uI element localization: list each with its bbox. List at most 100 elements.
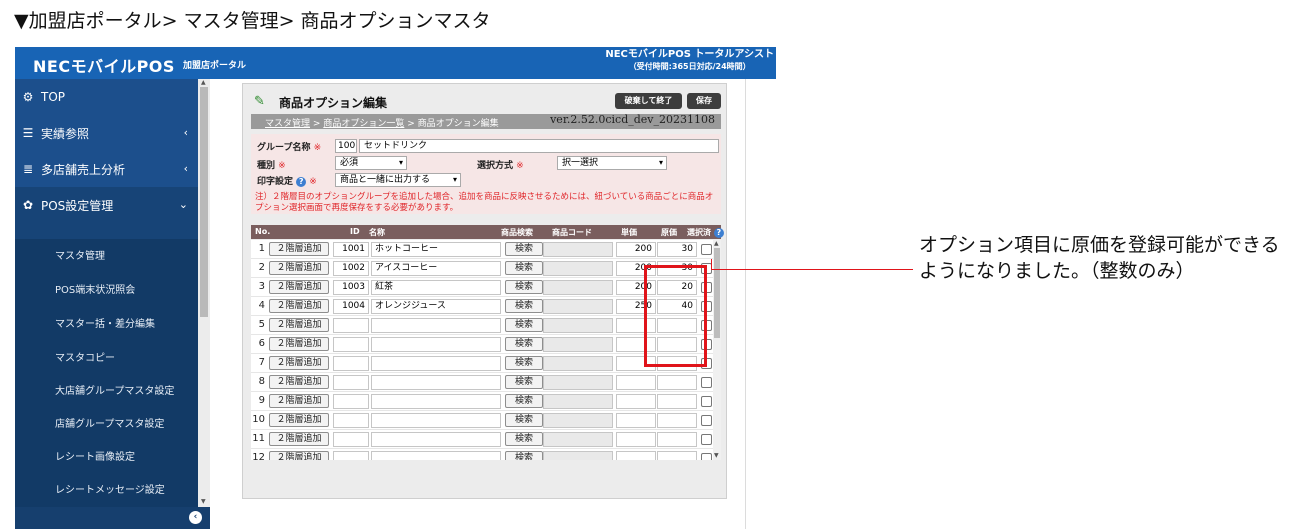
sidebar-subitem-receipt-image[interactable]: レシート画像設定 — [55, 448, 135, 463]
breadcrumb-separator: > — [312, 119, 321, 129]
sidebar-scrollbar[interactable]: ▲ ▼ — [198, 79, 210, 507]
discard-and-exit-button[interactable]: 破棄して終了 — [615, 93, 682, 109]
sidebar-subitem-master-copy[interactable]: マスタコピー — [55, 349, 115, 364]
breadcrumb-option-list[interactable]: 商品オプション一覧 — [323, 119, 404, 129]
selected-checkbox[interactable] — [701, 244, 712, 255]
product-search-button[interactable]: 検索 — [505, 413, 543, 427]
unit-price-field[interactable] — [616, 394, 656, 409]
option-name-field[interactable]: アイスコーヒー — [371, 261, 501, 276]
unit-price-field[interactable] — [616, 413, 656, 428]
add-second-level-button[interactable]: ２階層追加 — [269, 242, 329, 256]
product-search-button[interactable]: 検索 — [505, 394, 543, 408]
sidebar-item-multistore-sales[interactable]: ≣ 多店舗売上分析 ‹ — [15, 151, 198, 187]
option-id-field[interactable] — [333, 337, 369, 352]
add-second-level-button[interactable]: ２階層追加 — [269, 413, 329, 427]
sidebar-subitem-store-group[interactable]: 店舗グループマスタ設定 — [55, 415, 164, 430]
option-id-field[interactable]: 1002 — [333, 261, 369, 276]
add-second-level-button[interactable]: ２階層追加 — [269, 375, 329, 389]
add-second-level-button[interactable]: ２階層追加 — [269, 356, 329, 370]
collapse-sidebar-icon[interactable]: ‹ — [189, 511, 202, 524]
add-second-level-button[interactable]: ２階層追加 — [269, 299, 329, 313]
kind-select[interactable]: 必須 ▾ — [335, 156, 407, 170]
help-icon[interactable]: ? — [713, 228, 724, 238]
scroll-up-icon[interactable]: ▲ — [714, 240, 719, 247]
add-second-level-button[interactable]: ２階層追加 — [269, 432, 329, 446]
scroll-down-icon[interactable]: ▼ — [714, 452, 719, 459]
unit-price-field[interactable] — [616, 375, 656, 390]
group-code-field[interactable]: 100 — [335, 139, 357, 153]
selected-checkbox[interactable] — [701, 377, 712, 388]
option-name-field[interactable]: オレンジジュース — [371, 299, 501, 314]
option-id-field[interactable]: 1003 — [333, 280, 369, 295]
option-id-field[interactable] — [333, 451, 369, 460]
help-icon[interactable]: ? — [296, 177, 307, 187]
option-name-field[interactable] — [371, 394, 501, 409]
support-info[interactable]: NECモバイルPOS トータルアシスト （受付時間:365日対応/24時間） — [605, 49, 774, 73]
scroll-up-icon[interactable]: ▲ — [201, 79, 206, 86]
unit-price-field[interactable] — [616, 432, 656, 447]
product-search-button[interactable]: 検索 — [505, 375, 543, 389]
product-search-button[interactable]: 検索 — [505, 432, 543, 446]
add-second-level-button[interactable]: ２階層追加 — [269, 261, 329, 275]
option-id-field[interactable] — [333, 318, 369, 333]
panel-title: 商品オプション編集 — [279, 96, 388, 110]
product-search-button[interactable]: 検索 — [505, 337, 543, 351]
cost-field[interactable] — [657, 413, 697, 428]
option-id-field[interactable]: 1001 — [333, 242, 369, 257]
option-name-field[interactable] — [371, 318, 501, 333]
unit-price-field[interactable]: 200 — [616, 242, 656, 257]
option-name-field[interactable] — [371, 337, 501, 352]
option-id-field[interactable]: 1004 — [333, 299, 369, 314]
unit-price-field[interactable] — [616, 451, 656, 460]
cost-field[interactable] — [657, 451, 697, 460]
option-name-field[interactable] — [371, 356, 501, 371]
cost-field[interactable]: 30 — [657, 242, 697, 257]
table-scroll-thumb[interactable] — [714, 248, 720, 338]
sidebar-subitem-receipt-message[interactable]: レシートメッセージ設定 — [55, 481, 165, 496]
option-name-field[interactable] — [371, 375, 501, 390]
add-second-level-button[interactable]: ２階層追加 — [269, 451, 329, 460]
table-scrollbar[interactable]: ▲ ▼ — [713, 240, 721, 460]
add-second-level-button[interactable]: ２階層追加 — [269, 318, 329, 332]
option-id-field[interactable] — [333, 356, 369, 371]
option-name-field[interactable] — [371, 413, 501, 428]
product-search-button[interactable]: 検索 — [505, 356, 543, 370]
cost-field[interactable] — [657, 394, 697, 409]
add-second-level-button[interactable]: ２階層追加 — [269, 280, 329, 294]
selected-checkbox[interactable] — [701, 415, 712, 426]
product-search-button[interactable]: 検索 — [505, 261, 543, 275]
option-name-field[interactable]: ホットコーヒー — [371, 242, 501, 257]
option-name-field[interactable]: 紅茶 — [371, 280, 501, 295]
sidebar-subitem-terminal-status[interactable]: POS端末状況照会 — [55, 281, 135, 296]
option-name-field[interactable] — [371, 432, 501, 447]
add-second-level-button[interactable]: ２階層追加 — [269, 337, 329, 351]
selected-checkbox[interactable] — [701, 396, 712, 407]
selected-checkbox[interactable] — [701, 434, 712, 445]
selected-checkbox[interactable] — [701, 453, 712, 460]
option-id-field[interactable] — [333, 394, 369, 409]
product-search-button[interactable]: 検索 — [505, 280, 543, 294]
selection-method-select[interactable]: 択一選択 ▾ — [557, 156, 667, 170]
cost-field[interactable] — [657, 432, 697, 447]
option-name-field[interactable] — [371, 451, 501, 460]
add-second-level-button[interactable]: ２階層追加 — [269, 394, 329, 408]
sidebar-subitem-master[interactable]: マスタ管理 — [55, 247, 105, 262]
product-search-button[interactable]: 検索 — [505, 242, 543, 256]
scroll-down-icon[interactable]: ▼ — [201, 498, 206, 505]
product-search-button[interactable]: 検索 — [505, 299, 543, 313]
sidebar-scroll-thumb[interactable] — [200, 87, 208, 317]
sidebar-item-top[interactable]: ⚙ TOP — [15, 79, 198, 115]
save-button[interactable]: 保存 — [687, 93, 721, 109]
group-name-field[interactable]: セットドリンク — [359, 139, 719, 153]
sidebar-item-results[interactable]: ☰ 実績参照 ‹ — [15, 115, 198, 151]
product-search-button[interactable]: 検索 — [505, 451, 543, 460]
cost-field[interactable] — [657, 375, 697, 390]
breadcrumb-master[interactable]: マスタ管理 — [265, 119, 310, 129]
option-id-field[interactable] — [333, 413, 369, 428]
option-id-field[interactable] — [333, 432, 369, 447]
sidebar-subitem-large-store-group[interactable]: 大店舗グループマスタ設定 — [55, 382, 174, 397]
product-search-button[interactable]: 検索 — [505, 318, 543, 332]
print-setting-select[interactable]: 商品と一緒に出力する ▾ — [335, 173, 461, 187]
option-id-field[interactable] — [333, 375, 369, 390]
sidebar-subitem-bulk-edit[interactable]: マスター括・差分編集 — [55, 315, 155, 330]
